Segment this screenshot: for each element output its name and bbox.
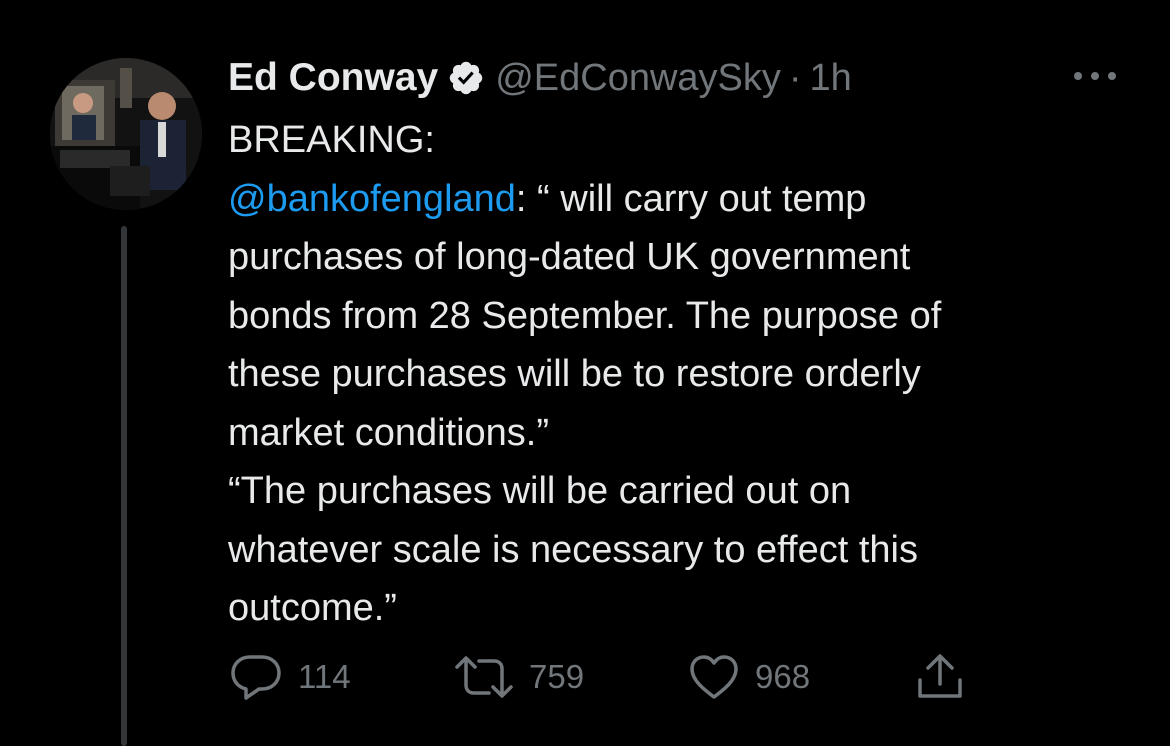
like-button[interactable]: 968 xyxy=(687,652,810,702)
tweet-header: Ed Conway @EdConwaySky · 1h xyxy=(228,52,852,104)
avatar[interactable] xyxy=(50,58,202,210)
verified-badge-icon xyxy=(449,61,483,95)
retweet-count: 759 xyxy=(529,658,585,695)
tweet-line: outcome.” xyxy=(228,587,397,629)
tweet-line: whatever scale is necessary to effect th… xyxy=(228,528,918,571)
tweet[interactable]: Ed Conway @EdConwaySky · 1h BREAKING: @b… xyxy=(0,0,1170,746)
tweet-line: market conditions.” xyxy=(228,411,550,454)
tweet-timestamp[interactable]: 1h xyxy=(810,57,852,100)
tweet-line: @bankofengland: “ will carry out temp xyxy=(228,170,1128,229)
retweet-icon xyxy=(455,656,513,698)
author-handle[interactable]: @EdConwaySky xyxy=(495,57,781,100)
avatar-photo xyxy=(50,58,202,210)
tweet-line: purchases of long-dated UK government xyxy=(228,236,911,278)
retweet-button[interactable]: 759 xyxy=(453,652,584,702)
share-button[interactable] xyxy=(913,652,967,702)
heart-icon xyxy=(690,655,738,699)
tweet-line-text: : “ will carry out temp xyxy=(515,177,867,220)
like-count: 968 xyxy=(755,658,811,695)
tweet-line: these purchases will be to restore order… xyxy=(228,353,921,395)
tweet-actions: 114 759 968 xyxy=(228,652,988,702)
tweet-line: BREAKING: xyxy=(228,119,435,161)
share-icon xyxy=(918,654,962,698)
reply-icon xyxy=(231,655,281,700)
tweet-text: BREAKING: @bankofengland: “ will carry o… xyxy=(228,111,1128,638)
tweet-line: bonds from 28 September. The purpose of xyxy=(228,294,942,337)
thread-line xyxy=(121,226,127,746)
separator-dot: · xyxy=(788,56,802,99)
more-options-icon[interactable] xyxy=(1071,64,1119,88)
mention-link[interactable]: @bankofengland xyxy=(228,178,516,220)
tweet-line: “The purchases will be carried out on xyxy=(228,470,852,512)
reply-button[interactable]: 114 xyxy=(228,652,351,702)
author-name[interactable]: Ed Conway xyxy=(228,56,438,100)
reply-count: 114 xyxy=(298,658,351,695)
